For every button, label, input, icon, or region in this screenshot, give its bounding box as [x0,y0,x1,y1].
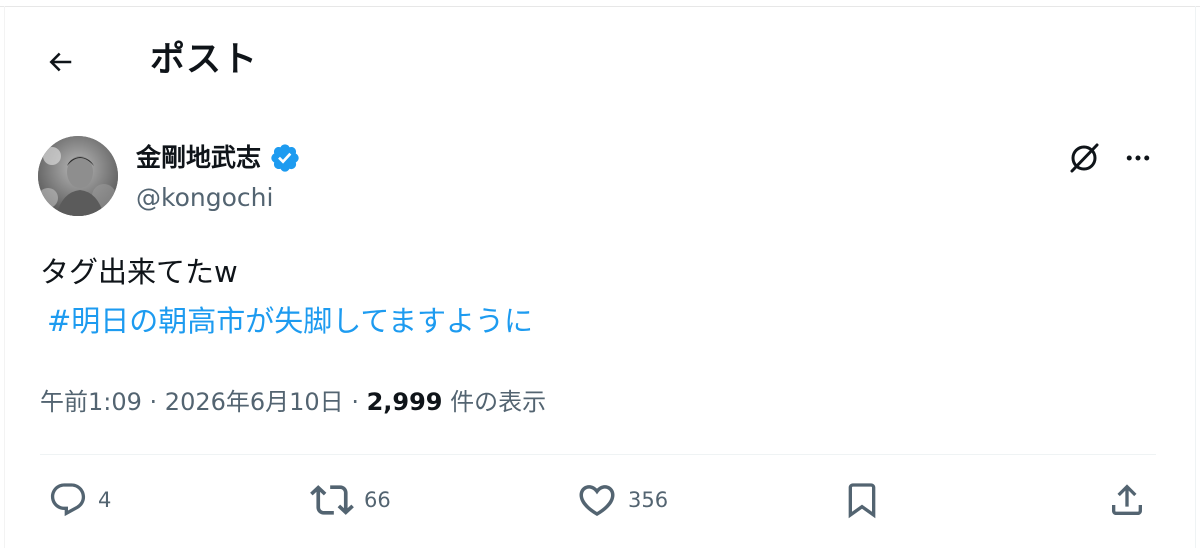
meta-separator: · [141,388,165,416]
tweet-text: タグ出来てたw [40,255,238,289]
grok-button[interactable] [1064,138,1104,178]
share-icon [1112,484,1142,515]
bookmark-icon [848,483,876,519]
left-border [4,6,5,548]
verified-badge-icon [271,144,299,172]
reply-icon [50,483,86,517]
views-count: 2,999 [366,388,443,416]
arrow-left-icon [49,52,72,72]
hashtag-link[interactable]: #明日の朝高市が失脚してますように [47,300,533,342]
reply-button[interactable]: 4 [48,478,111,522]
tweet-time[interactable]: 午前1:09 [40,388,142,416]
tweet-date[interactable]: 2026年6月10日 [165,388,344,416]
top-border [0,6,1200,7]
retweet-icon [310,485,354,515]
avatar-image [38,136,118,216]
share-button[interactable] [1107,478,1147,522]
divider [40,454,1156,455]
more-options-button[interactable] [1118,138,1158,178]
display-name: 金剛地武志 [136,143,262,172]
bookmark-button[interactable] [842,478,882,522]
post-page: ポスト 金剛地武志 @kongochi タグ出来てたw #明日の朝高市が失脚して… [0,0,1200,548]
avatar[interactable] [38,136,118,216]
page-title: ポスト [150,40,259,80]
like-button[interactable]: 356 [576,478,668,522]
reply-count: 4 [98,488,112,512]
tweet-meta: 午前1:09 · 2026年6月10日 · 2,999 件の表示 [40,384,546,420]
views-label: 件の表示 [450,388,547,416]
grok-icon [1070,143,1099,173]
author-handle[interactable]: @kongochi [136,181,273,215]
more-horizontal-icon [1126,155,1150,161]
author-name-link[interactable]: 金剛地武志 [136,139,301,177]
heart-icon [579,485,615,517]
like-count: 356 [628,488,669,512]
retweet-button[interactable]: 66 [310,478,391,522]
meta-separator: · [343,388,367,416]
back-button[interactable] [38,42,82,82]
right-border [1195,6,1196,548]
retweet-count: 66 [364,488,391,512]
